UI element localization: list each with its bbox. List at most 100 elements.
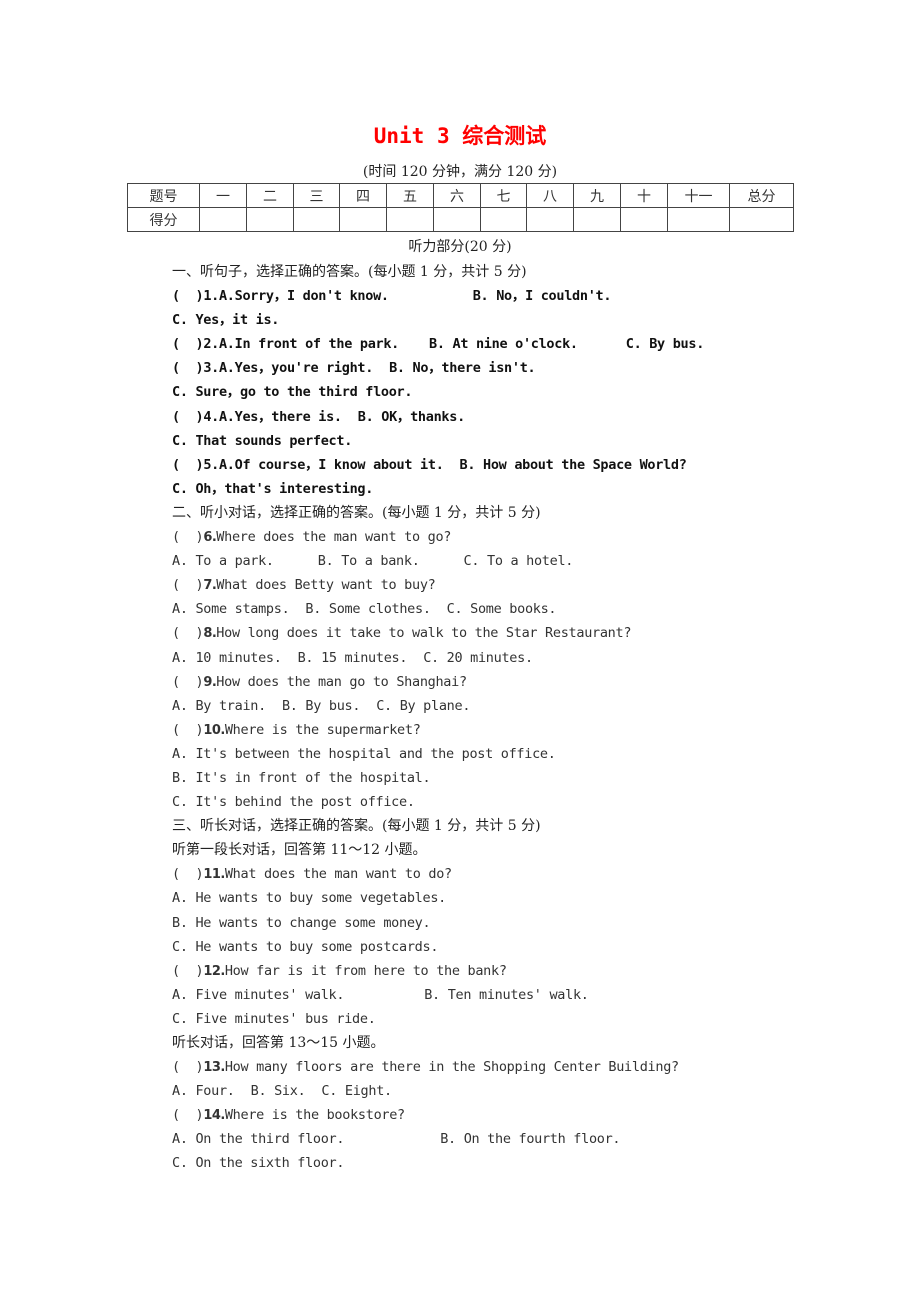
question-number: 14.: [203, 1108, 225, 1124]
section-heading: 三、听长对话，选择正确的答案。(每小题 1 分，共计 5 分): [172, 818, 541, 835]
answer-blank[interactable]: ( ): [172, 1059, 204, 1075]
option-c: C. He wants to buy some postcards.: [172, 938, 439, 955]
score-cell: [339, 207, 387, 232]
question-line: ( )14.Where is the bookstore?: [172, 1103, 812, 1127]
option-line: A. Four. B. Six. C. Eight.: [172, 1079, 812, 1103]
option-line: A. It's between the hospital and the pos…: [172, 742, 812, 766]
option-c: C. By bus.: [625, 336, 705, 353]
option-a: A. Some stamps.: [172, 601, 290, 618]
score-table: 题号 一 二 三 四 五 六 七 八 九 十 十一 总分 得分: [127, 183, 794, 232]
option-c: C. It's behind the post office.: [172, 794, 415, 811]
option-b: B. To a bank.: [317, 553, 420, 570]
option-c: C. Eight.: [321, 1083, 392, 1100]
exam-content: 一、听句子，选择正确的答案。(每小题 1 分，共计 5 分) ( )1.A.So…: [172, 260, 812, 1176]
option-c: C. Sure，go to the third floor.: [172, 384, 413, 401]
option-line: C. He wants to buy some postcards.: [172, 935, 812, 959]
question-line: ( )2.A.In front of the park. B. At nine o…: [172, 332, 812, 356]
option-line: C. On the sixth floor.: [172, 1151, 812, 1175]
option-b: B. Some clothes.: [305, 601, 431, 618]
score-cell: [526, 207, 574, 232]
answer-blank[interactable]: ( ): [172, 866, 204, 882]
option-b: B. He wants to change some money.: [172, 914, 431, 931]
option-line: C. It's behind the post office.: [172, 790, 812, 814]
question-line: ( )9.How does the man go to Shanghai?: [172, 670, 812, 694]
score-cell: [667, 207, 730, 232]
section-heading: 一、听句子，选择正确的答案。(每小题 1 分，共计 5 分): [172, 264, 527, 280]
option-b: B. How about the Space World?: [459, 456, 687, 473]
answer-blank[interactable]: ( ): [172, 1107, 204, 1123]
subsection-heading: 听长对话，回答第 13～15 小题。: [172, 1035, 385, 1051]
answer-blank[interactable]: ( ): [172, 722, 204, 738]
option-b: B. No，there isn't.: [389, 360, 536, 377]
option-a: A. To a park.: [172, 553, 274, 570]
question-line: ( )7.What does Betty want to buy?: [172, 573, 812, 597]
option-c: C. To a hotel.: [463, 553, 574, 570]
header-cell: 四: [339, 183, 387, 208]
option-c: C. Yes，it is.: [172, 312, 280, 329]
score-cell: [620, 207, 668, 232]
option-line: C. Five minutes' bus ride.: [172, 1007, 812, 1031]
header-cell: 二: [246, 183, 294, 208]
option-line: B. He wants to change some money.: [172, 911, 812, 935]
question-line: ( )4.A.Yes，there is. B. OK，thanks.: [172, 405, 812, 429]
question-line: ( )10.Where is the supermarket?: [172, 718, 812, 742]
question-number: 3.: [203, 360, 219, 377]
option-a: A.Of course，I know about it.: [218, 456, 444, 473]
question-text: What does Betty want to buy?: [216, 577, 436, 594]
option-a: A. He wants to buy some vegetables.: [172, 890, 446, 907]
listening-section-heading: 听力部分(20 分): [408, 239, 512, 255]
option-line: A. By train. B. By bus. C. By plane.: [172, 694, 812, 718]
question-number: 12.: [203, 963, 225, 979]
header-cell: 一: [199, 183, 247, 208]
answer-blank[interactable]: ( ): [172, 963, 204, 979]
question-line: ( )11.What does the man want to do?: [172, 862, 812, 886]
option-c: C. Oh，that's interesting.: [172, 480, 374, 497]
option-b: B. Ten minutes' walk.: [424, 986, 589, 1003]
header-cell: 八: [526, 183, 574, 208]
option-line: A. Five minutes' walk. B. Ten minutes' wa…: [172, 983, 812, 1007]
answer-blank[interactable]: ( ): [172, 288, 204, 304]
answer-blank[interactable]: ( ): [172, 577, 204, 593]
question-number: 9.: [203, 674, 217, 690]
option-a: A. 10 minutes.: [172, 649, 282, 666]
answer-blank[interactable]: ( ): [172, 529, 204, 545]
answer-blank[interactable]: ( ): [172, 360, 204, 376]
header-cell: 七: [480, 183, 527, 208]
header-cell: 题号: [127, 183, 200, 208]
score-cell: [199, 207, 247, 232]
question-number: 2.: [203, 336, 219, 353]
option-line: A. On the third floor. B. On the fourth f…: [172, 1127, 812, 1151]
question-line: ( )6.Where does the man want to go?: [172, 525, 812, 549]
header-cell: 总分: [729, 183, 794, 208]
option-line: C. Oh，that's interesting.: [172, 477, 812, 501]
option-a: A. By train.: [172, 697, 266, 714]
question-text: How does the man go to Shanghai?: [216, 673, 467, 690]
page-title: Unit 3 综合测试: [373, 124, 547, 148]
answer-blank[interactable]: ( ): [172, 409, 204, 425]
question-text: Where is the bookstore?: [224, 1107, 405, 1124]
question-text: Where does the man want to go?: [216, 529, 452, 546]
question-text: What does the man want to do?: [224, 866, 452, 883]
question-text: How many floors are there in the Shoppin…: [224, 1059, 679, 1076]
question-line: ( )8.How long does it take to walk to th…: [172, 621, 812, 645]
answer-blank[interactable]: ( ): [172, 336, 204, 352]
option-a: A. On the third floor.: [172, 1131, 345, 1148]
question-number: 13.: [203, 1060, 225, 1076]
option-b: B. Six.: [250, 1083, 306, 1100]
option-a: A.Yes，there is.: [218, 408, 342, 425]
option-line: A. To a park. B. To a bank. C. To a hotel.: [172, 549, 812, 573]
answer-blank[interactable]: ( ): [172, 457, 204, 473]
option-line: C. Sure，go to the third floor.: [172, 380, 812, 404]
answer-blank[interactable]: ( ): [172, 625, 204, 641]
header-cell: 九: [573, 183, 621, 208]
question-text: Where is the supermarket?: [224, 721, 421, 738]
question-number: 6.: [203, 530, 217, 546]
option-b: B. On the fourth floor.: [440, 1131, 621, 1148]
question-line: ( )3.A.Yes，you're right. B. No，there isn'…: [172, 356, 812, 380]
score-cell: [293, 207, 340, 232]
option-c: C. By plane.: [376, 697, 471, 714]
score-table-score-row: 得分: [127, 207, 794, 232]
option-line: A. 10 minutes. B. 15 minutes. C. 20 minute…: [172, 646, 812, 670]
answer-blank[interactable]: ( ): [172, 674, 204, 690]
option-a: A. Five minutes' walk.: [172, 986, 345, 1003]
